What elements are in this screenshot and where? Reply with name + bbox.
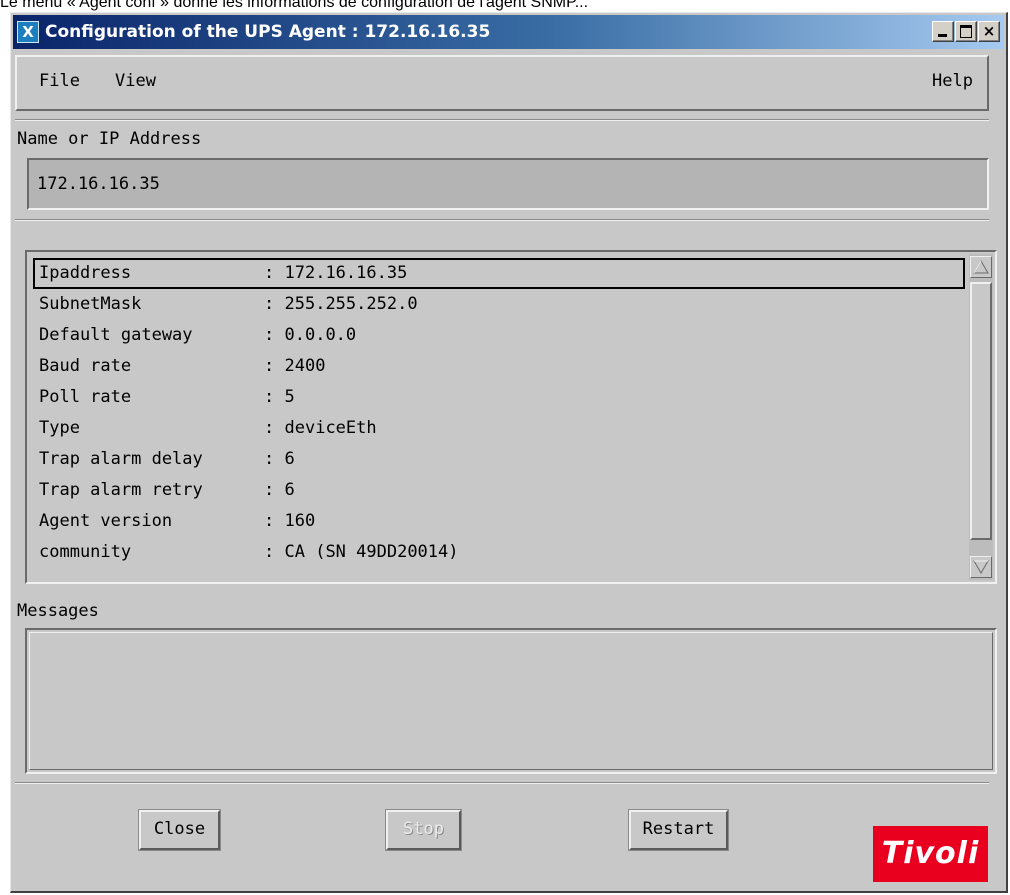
- close-button[interactable]: Close: [139, 810, 220, 850]
- x-app-icon[interactable]: X: [17, 21, 39, 43]
- config-value: 160: [284, 511, 316, 531]
- triangle-down-icon: [973, 560, 989, 574]
- config-row[interactable]: Poll rate: 5: [33, 382, 965, 413]
- config-value: 6: [284, 449, 295, 469]
- config-key: SubnetMask: [39, 294, 142, 314]
- config-value: 0.0.0.0: [284, 325, 357, 345]
- menu-view[interactable]: View: [115, 71, 156, 91]
- separator: [15, 119, 989, 121]
- config-row[interactable]: Agent version: 160: [33, 506, 965, 537]
- config-value: 2400: [284, 356, 326, 376]
- ip-address-input[interactable]: 172.16.16.35: [27, 158, 989, 210]
- menu-file[interactable]: File: [39, 71, 80, 91]
- messages-area[interactable]: [25, 628, 997, 774]
- address-label: Name or IP Address: [17, 129, 202, 149]
- config-row[interactable]: Default gateway: 0.0.0.0: [33, 320, 965, 351]
- scroll-thumb[interactable]: [970, 282, 992, 540]
- menu-help[interactable]: Help: [932, 71, 973, 91]
- config-key: Trap alarm delay: [39, 449, 203, 469]
- ups-agent-config-window: X Configuration of the UPS Agent : 172.1…: [10, 12, 1008, 893]
- config-separator: :: [264, 480, 275, 500]
- config-value: deviceEth: [284, 418, 377, 438]
- stop-button[interactable]: Stop: [386, 810, 461, 850]
- config-separator: :: [264, 511, 275, 531]
- config-rows: Ipaddress: 172.16.16.35 SubnetMask: 255.2…: [33, 258, 965, 568]
- config-value: CA (SN 49DD20014): [284, 542, 459, 562]
- close-window-button[interactable]: ×: [978, 21, 1000, 42]
- config-value: 255.255.252.0: [284, 294, 418, 314]
- config-key: Trap alarm retry: [39, 480, 203, 500]
- config-separator: :: [264, 325, 275, 345]
- config-separator: :: [264, 356, 275, 376]
- config-key: Ipaddress: [39, 263, 132, 283]
- restart-button[interactable]: Restart: [629, 810, 728, 850]
- scroll-down-button[interactable]: [970, 556, 992, 578]
- list-scrollbar[interactable]: [969, 254, 993, 580]
- config-key: Baud rate: [39, 356, 132, 376]
- config-separator: :: [264, 542, 275, 562]
- messages-text: [29, 632, 993, 770]
- config-key: Poll rate: [39, 387, 132, 407]
- config-separator: :: [264, 294, 275, 314]
- config-separator: :: [264, 387, 275, 407]
- config-row[interactable]: Trap alarm delay: 6: [33, 444, 965, 475]
- triangle-up-icon: [973, 260, 989, 274]
- maximize-button[interactable]: [955, 21, 977, 42]
- close-icon: ×: [982, 22, 996, 40]
- menu-bar: File View Help: [15, 55, 989, 111]
- config-key: community: [39, 542, 132, 562]
- config-row[interactable]: Ipaddress: 172.16.16.35: [33, 258, 965, 289]
- config-value: 172.16.16.35: [284, 263, 408, 283]
- config-separator: :: [264, 418, 275, 438]
- config-key: Type: [39, 418, 80, 438]
- tivoli-logo: Tivoli: [873, 826, 988, 882]
- messages-label: Messages: [17, 601, 99, 621]
- config-list[interactable]: Ipaddress: 172.16.16.35 SubnetMask: 255.2…: [25, 250, 997, 584]
- config-row[interactable]: Type: deviceEth: [33, 413, 965, 444]
- minimize-button[interactable]: [932, 21, 954, 42]
- config-value: 5: [284, 387, 295, 407]
- window-title: Configuration of the UPS Agent : 172.16.…: [45, 22, 491, 42]
- config-key: Default gateway: [39, 325, 193, 345]
- config-key: Agent version: [39, 511, 173, 531]
- config-row[interactable]: Trap alarm retry: 6: [33, 475, 965, 506]
- separator: [15, 782, 989, 784]
- config-value: 6: [284, 480, 295, 500]
- config-separator: :: [264, 449, 275, 469]
- config-row[interactable]: community: CA (SN 49DD20014): [33, 537, 965, 568]
- separator: [15, 219, 989, 221]
- config-row[interactable]: Baud rate: 2400: [33, 351, 965, 382]
- scroll-up-button[interactable]: [970, 256, 992, 278]
- config-separator: :: [264, 263, 275, 283]
- title-bar[interactable]: X Configuration of the UPS Agent : 172.1…: [13, 15, 1004, 49]
- page-caption: Le menu « Agent conf » donne les informa…: [0, 0, 589, 11]
- config-row[interactable]: SubnetMask: 255.255.252.0: [33, 289, 965, 320]
